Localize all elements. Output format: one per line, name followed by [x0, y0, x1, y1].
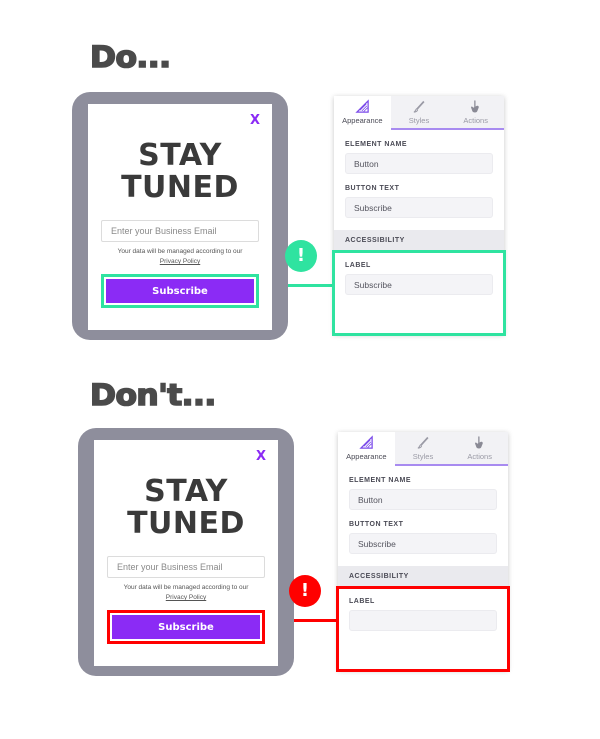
do-close-icon[interactable]: X [250, 113, 260, 128]
dont-accessibility-header: ACCESSIBILITY [338, 566, 508, 587]
pointing-hand-icon [472, 435, 487, 450]
do-accessibility-body: LABEL Subscribe [334, 262, 504, 295]
do-heading: Do... [89, 39, 172, 75]
do-a11y-label-input[interactable]: Subscribe [345, 274, 493, 295]
do-tab-actions[interactable]: Actions [447, 96, 504, 130]
dont-email-input[interactable]: Enter your Business Email [107, 556, 265, 578]
dont-title-line2: TUNED [127, 506, 245, 541]
do-status-badge: ! [285, 240, 317, 272]
dont-panel-body: ELEMENT NAME Button BUTTON TEXT Subscrib… [338, 477, 508, 554]
pointing-hand-icon [468, 99, 483, 114]
dont-modal-title: STAY TUNED [94, 476, 278, 540]
dont-phone-frame: X STAY TUNED Enter your Business Email Y… [78, 428, 294, 676]
do-title-line2: TUNED [121, 170, 239, 205]
do-phone-frame: X STAY TUNED Enter your Business Email Y… [72, 92, 288, 340]
do-tab-actions-label: Actions [463, 116, 488, 125]
dont-tab-appearance[interactable]: Appearance [338, 432, 395, 466]
dont-tab-styles-label: Styles [412, 452, 434, 461]
paintbrush-icon [412, 99, 427, 114]
dont-accessibility-body: LABEL [338, 598, 508, 631]
dont-inspector-panel: Appearance Styles Actions ELEMENT NAME B… [338, 432, 508, 670]
dont-tab-styles[interactable]: Styles [394, 432, 452, 466]
dont-element-name-label: ELEMENT NAME [349, 477, 411, 484]
do-subscribe-highlight: Subscribe [101, 274, 259, 308]
do-inspector-panel: Appearance Styles Actions ELEMENT NAME B… [334, 96, 504, 334]
dont-subscribe-highlight: Subscribe [107, 610, 265, 644]
do-element-name-input[interactable]: Button [345, 153, 493, 174]
dont-tab-appearance-label: Appearance [346, 452, 387, 461]
do-email-input[interactable]: Enter your Business Email [101, 220, 259, 242]
dont-title-line1: STAY [144, 474, 228, 509]
dont-status-badge: ! [289, 575, 321, 607]
do-button-text-label: BUTTON TEXT [345, 185, 400, 192]
do-panel-body: ELEMENT NAME Button BUTTON TEXT Subscrib… [334, 141, 504, 218]
dont-button-text-label: BUTTON TEXT [349, 521, 404, 528]
ruler-triangle-icon [355, 99, 370, 114]
dont-close-icon[interactable]: X [256, 449, 266, 464]
do-element-name-label: ELEMENT NAME [345, 141, 407, 148]
dont-tab-bar: Appearance Styles Actions [338, 432, 508, 466]
do-tab-bar: Appearance Styles Actions [334, 96, 504, 130]
dont-a11y-label-caption: LABEL [349, 598, 375, 605]
dont-heading: Don't... [89, 377, 217, 413]
do-tab-appearance-label: Appearance [342, 116, 383, 125]
do-disclaimer: Your data will be managed according to o… [100, 247, 260, 267]
do-a11y-label-caption: LABEL [345, 262, 371, 269]
do-modal: X STAY TUNED Enter your Business Email Y… [88, 104, 272, 330]
dont-modal: X STAY TUNED Enter your Business Email Y… [94, 440, 278, 666]
dont-element-name-input[interactable]: Button [349, 489, 497, 510]
dont-disclaimer: Your data will be managed according to o… [106, 583, 266, 603]
dont-a11y-label-input[interactable] [349, 610, 497, 631]
do-modal-title: STAY TUNED [88, 140, 272, 204]
dont-disclaimer-text: Your data will be managed according to o… [123, 584, 249, 591]
do-button-text-input[interactable]: Subscribe [345, 197, 493, 218]
dont-tab-actions-label: Actions [467, 452, 492, 461]
do-subscribe-button[interactable]: Subscribe [106, 279, 254, 303]
do-privacy-policy-link[interactable]: Privacy Policy [160, 258, 200, 265]
paintbrush-icon [416, 435, 431, 450]
do-tab-styles[interactable]: Styles [390, 96, 448, 130]
do-accessibility-header: ACCESSIBILITY [334, 230, 504, 251]
do-tab-styles-label: Styles [408, 116, 430, 125]
dont-subscribe-button[interactable]: Subscribe [112, 615, 260, 639]
do-title-line1: STAY [138, 138, 222, 173]
do-tab-appearance[interactable]: Appearance [334, 96, 391, 130]
dont-button-text-input[interactable]: Subscribe [349, 533, 497, 554]
ruler-triangle-icon [359, 435, 374, 450]
dont-privacy-policy-link[interactable]: Privacy Policy [166, 594, 206, 601]
dont-tab-actions[interactable]: Actions [451, 432, 508, 466]
do-disclaimer-text: Your data will be managed according to o… [117, 248, 243, 255]
